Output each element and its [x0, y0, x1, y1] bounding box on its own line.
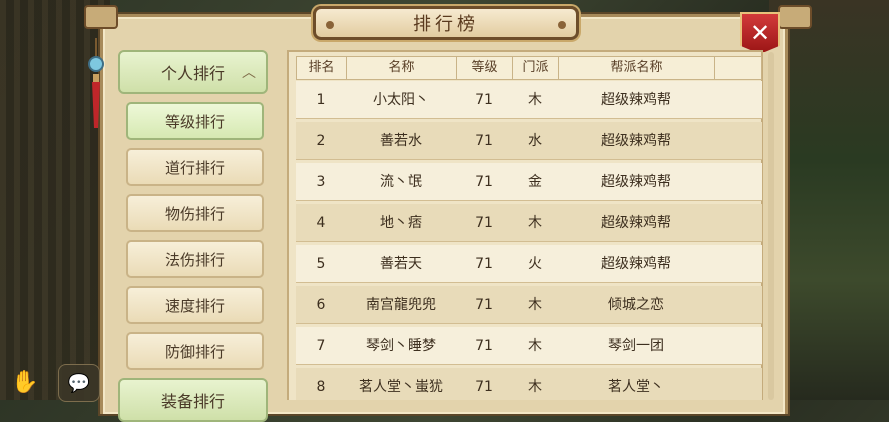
- table-row[interactable]: 4 地丶痞 71 木 超级辣鸡帮: [296, 204, 762, 242]
- cell-guild: 琴剑一团: [608, 338, 664, 354]
- cell-sect: 木: [528, 338, 542, 354]
- cell-guild: 倾城之恋: [608, 297, 664, 313]
- sidebar-item-level-ranking[interactable]: 等级排行: [126, 102, 264, 140]
- sidebar-item-label: 等级排行: [164, 112, 225, 131]
- cell-name: 善若水: [380, 133, 422, 149]
- cell-guild: 超级辣鸡帮: [601, 174, 671, 190]
- cell-sect: 水: [528, 133, 542, 149]
- cell-level: 71: [475, 133, 493, 149]
- cell-level: 71: [475, 297, 493, 313]
- window-corner-right: [778, 5, 812, 29]
- column-header-sect[interactable]: 门派: [513, 57, 559, 79]
- cell-level: 71: [475, 174, 493, 190]
- cell-sect: 木: [528, 92, 542, 108]
- cell-guild: 茗人堂丶: [608, 379, 664, 395]
- cell-name: 地丶痞: [380, 215, 422, 231]
- sidebar-item-daoxing-ranking[interactable]: 道行排行: [126, 148, 264, 186]
- table-row[interactable]: 2 善若水 71 水 超级辣鸡帮: [296, 122, 762, 160]
- close-icon: ✕: [749, 19, 771, 47]
- sidebar-item-defense-ranking[interactable]: 防御排行: [126, 332, 264, 370]
- cell-level: 71: [475, 256, 493, 272]
- title-ornament-right: [558, 21, 566, 29]
- sidebar-item-speed-ranking[interactable]: 速度排行: [126, 286, 264, 324]
- window-title-plate: 排行榜: [313, 6, 579, 40]
- cell-sect: 木: [528, 215, 542, 231]
- sidebar-item-label: 法伤排行: [164, 250, 225, 269]
- cell-sect: 金: [528, 174, 542, 190]
- cell-rank: 4: [316, 215, 326, 231]
- cell-name: 小太阳丶: [373, 92, 429, 108]
- chevron-up-icon: ︿: [242, 65, 256, 81]
- sidebar-item-label: 防御排行: [164, 342, 225, 361]
- cell-name: 茗人堂丶蚩犹: [359, 379, 443, 395]
- ranking-sidebar: 个人排行 ︿ 等级排行 道行排行 物伤排行 法伤排行 速度排行 防御排行 装备排…: [118, 50, 270, 422]
- sidebar-item-physical-damage-ranking[interactable]: 物伤排行: [126, 194, 264, 232]
- cell-rank: 8: [316, 379, 326, 395]
- sidebar-item-magic-damage-ranking[interactable]: 法伤排行: [126, 240, 264, 278]
- cell-sect: 火: [528, 256, 542, 272]
- column-header-name[interactable]: 名称: [347, 57, 457, 79]
- cell-rank: 7: [316, 338, 326, 354]
- cell-level: 71: [475, 338, 493, 354]
- hand-icon[interactable]: ✋: [6, 364, 44, 400]
- table-row[interactable]: 7 琴剑丶睡梦 71 木 琴剑一团: [296, 327, 762, 365]
- table-row[interactable]: 3 流丶氓 71 金 超级辣鸡帮: [296, 163, 762, 201]
- cell-level: 71: [475, 379, 493, 395]
- table-row[interactable]: 8 茗人堂丶蚩犹 71 木 茗人堂丶: [296, 368, 762, 400]
- close-button[interactable]: ✕: [740, 12, 780, 54]
- cell-level: 71: [475, 92, 493, 108]
- chat-button[interactable]: 💬: [58, 364, 100, 402]
- table-header: 排名 名称 等级 门派 帮派名称: [296, 56, 762, 80]
- category-personal-ranking[interactable]: 个人排行 ︿: [118, 50, 268, 94]
- column-header-rank[interactable]: 排名: [297, 57, 347, 79]
- cell-rank: 6: [316, 297, 326, 313]
- window-corner-left: [84, 5, 118, 29]
- category-label: 个人排行: [160, 64, 225, 83]
- table-row[interactable]: 1 小太阳丶 71 木 超级辣鸡帮: [296, 81, 762, 119]
- cell-rank: 3: [316, 174, 326, 190]
- cell-sect: 木: [528, 379, 542, 395]
- chat-bubble-icon: 💬: [67, 372, 91, 394]
- column-header-guild[interactable]: 帮派名称: [559, 57, 715, 79]
- cell-rank: 1: [316, 92, 326, 108]
- cell-name: 流丶氓: [380, 174, 422, 190]
- table-row[interactable]: 6 南宫龍兜兜 71 木 倾城之恋: [296, 286, 762, 324]
- cell-level: 71: [475, 215, 493, 231]
- table-scrollbar[interactable]: [768, 52, 774, 400]
- charm-tassel-icon: [88, 38, 104, 128]
- sidebar-item-label: 物伤排行: [164, 204, 225, 223]
- cell-name: 琴剑丶睡梦: [366, 338, 436, 354]
- cell-guild: 超级辣鸡帮: [601, 215, 671, 231]
- sidebar-item-label: 道行排行: [164, 158, 225, 177]
- title-ornament-left: [326, 21, 334, 29]
- cell-guild: 超级辣鸡帮: [601, 92, 671, 108]
- sidebar-item-label: 速度排行: [164, 296, 225, 315]
- cell-rank: 2: [316, 133, 326, 149]
- category-label: 装备排行: [160, 392, 225, 411]
- cell-guild: 超级辣鸡帮: [601, 133, 671, 149]
- cell-rank: 5: [316, 256, 326, 272]
- cell-name: 南宫龍兜兜: [366, 297, 436, 313]
- table-row[interactable]: 5 善若天 71 火 超级辣鸡帮: [296, 245, 762, 283]
- window-title: 排行榜: [413, 14, 479, 35]
- cell-guild: 超级辣鸡帮: [601, 256, 671, 272]
- category-equipment-ranking[interactable]: 装备排行: [118, 378, 268, 422]
- cell-sect: 木: [528, 297, 542, 313]
- cell-name: 善若天: [380, 256, 422, 272]
- column-header-level[interactable]: 等级: [457, 57, 513, 79]
